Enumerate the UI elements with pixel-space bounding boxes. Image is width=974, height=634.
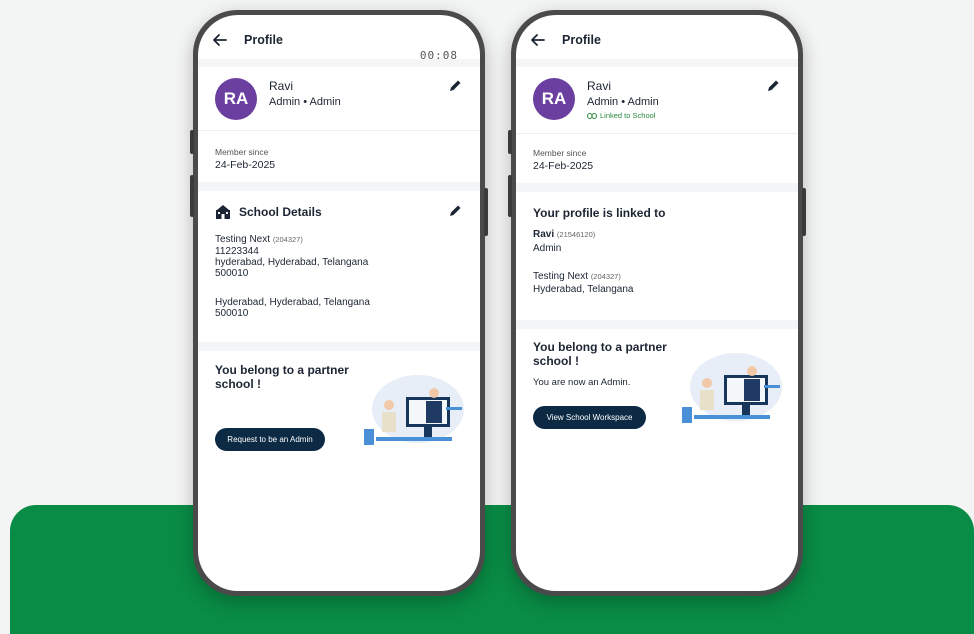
partner-title-line1: You belong to a partner	[533, 340, 667, 354]
partner-title: You belong to a partner school !	[215, 363, 349, 391]
school-pin-2: 500010	[215, 308, 249, 319]
section-divider	[516, 59, 798, 67]
school-address-2: Hyderabad, Hyderabad, Telangana	[215, 297, 370, 308]
page-title: Profile	[562, 33, 601, 47]
school-details-title: School Details	[215, 205, 322, 219]
school-address-1: hyderabad, Hyderabad, Telangana	[215, 257, 369, 268]
school-pin-1: 500010	[215, 268, 249, 279]
school-details-label: School Details	[239, 205, 322, 219]
avatar: RA	[533, 78, 575, 120]
linked-person-name: Ravi	[533, 229, 555, 240]
app-header: Profile	[516, 27, 798, 53]
linked-label: Linked to School	[600, 111, 656, 120]
phone-side-button	[190, 130, 194, 154]
member-since-label: Member since	[533, 148, 587, 158]
green-background-band	[10, 505, 974, 634]
request-admin-button[interactable]: Request to be an Admin	[215, 428, 325, 451]
pencil-icon[interactable]	[448, 204, 462, 218]
profile-name: Ravi	[587, 79, 612, 93]
school-name: Testing Next	[215, 234, 271, 245]
linked-school-name: Testing Next	[533, 271, 589, 282]
section-divider	[516, 320, 798, 329]
member-since-label: Member since	[215, 147, 269, 157]
phone-side-button	[484, 188, 488, 236]
linked-school-location: Hyderabad, Telangana	[533, 284, 634, 295]
back-arrow-icon[interactable]	[212, 32, 228, 48]
section-divider	[516, 133, 798, 134]
partner-title-line2: school !	[533, 354, 580, 368]
view-school-workspace-button[interactable]: View School Workspace	[533, 406, 646, 429]
school-code: (204327)	[272, 235, 303, 244]
phone-left: Profile 00:08 RA Ravi Admin • Admin Memb…	[190, 10, 488, 596]
school-icon	[216, 205, 230, 219]
phone-side-button	[802, 188, 806, 236]
linked-status: Linked to School	[587, 111, 655, 120]
meeting-illustration	[682, 353, 782, 423]
page-title: Profile	[244, 33, 283, 47]
partner-subtitle: You are now an Admin.	[533, 377, 631, 388]
linked-person-code: (21546120)	[556, 230, 596, 239]
avatar: RA	[215, 78, 257, 120]
phone-right: Profile RA Ravi Admin • Admin Linked to …	[508, 10, 806, 596]
link-icon	[587, 112, 597, 119]
section-divider	[198, 59, 480, 67]
phone-screen: Profile RA Ravi Admin • Admin Linked to …	[516, 15, 798, 591]
phone-side-button	[508, 130, 512, 154]
profile-role: Admin • Admin	[587, 96, 659, 108]
back-arrow-icon[interactable]	[530, 32, 546, 48]
linked-person-role: Admin	[533, 243, 562, 254]
member-since-date: 24-Feb-2025	[533, 160, 594, 172]
section-divider	[198, 342, 480, 351]
phone-screen: Profile 00:08 RA Ravi Admin • Admin Memb…	[198, 15, 480, 591]
partner-title-line2: school !	[215, 377, 262, 391]
pencil-icon[interactable]	[766, 79, 780, 93]
meeting-illustration	[364, 375, 464, 445]
phone-side-button	[508, 175, 512, 217]
linked-section-title: Your profile is linked to	[533, 206, 666, 220]
school-name-line: Testing Next (204327)	[215, 234, 303, 245]
partner-title-line1: You belong to a partner	[215, 363, 349, 377]
pencil-icon[interactable]	[448, 79, 462, 93]
partner-title: You belong to a partner school !	[533, 340, 667, 368]
section-divider	[198, 130, 480, 131]
member-since-date: 24-Feb-2025	[215, 159, 276, 171]
section-divider	[516, 183, 798, 192]
section-divider	[198, 182, 480, 191]
linked-school-line: Testing Next (204327)	[533, 271, 621, 282]
school-phone: 11223344	[215, 246, 259, 257]
profile-name: Ravi	[269, 79, 294, 93]
linked-person-line: Ravi (21546120)	[533, 229, 595, 240]
profile-role: Admin • Admin	[269, 96, 341, 108]
phone-side-button	[190, 175, 194, 217]
linked-school-code: (204327)	[590, 272, 621, 281]
